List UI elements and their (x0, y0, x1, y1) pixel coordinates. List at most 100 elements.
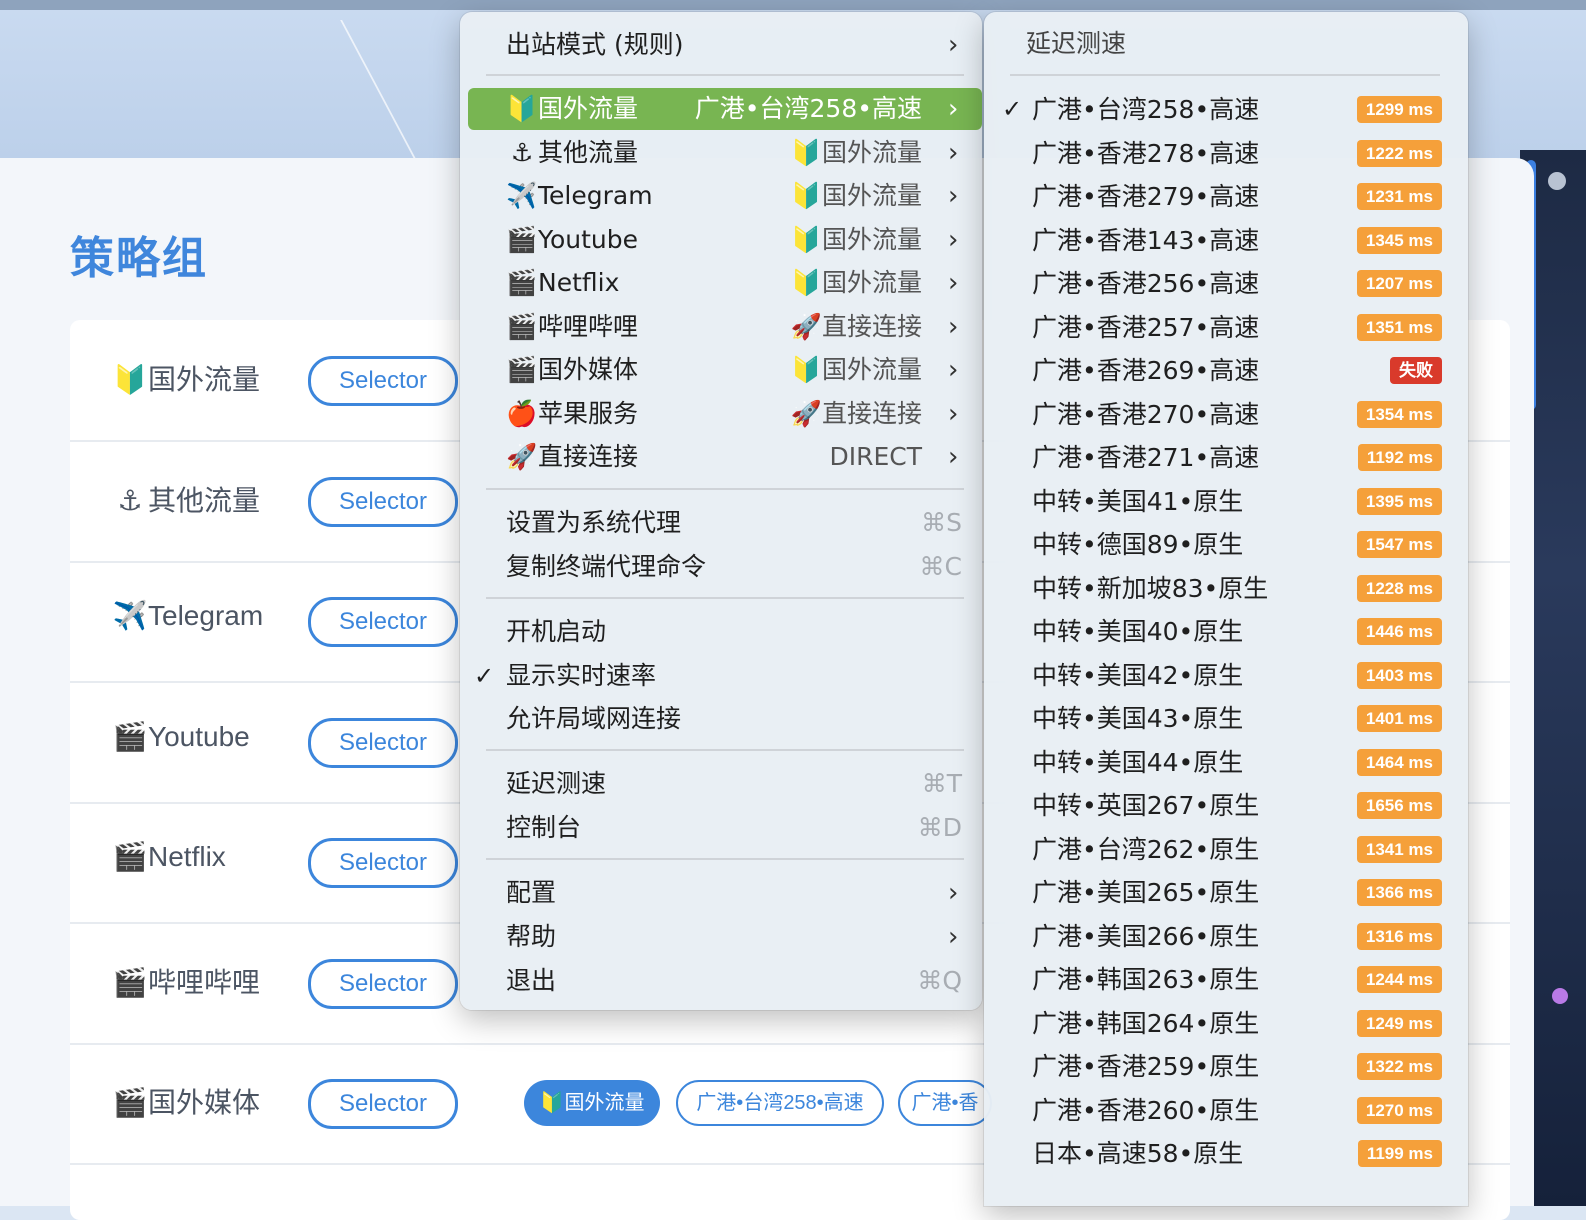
latency-badge: 1270 ms (1356, 1096, 1442, 1124)
node-name: 广港•美国265•原生 (1032, 878, 1260, 907)
proxy-group-menu-item[interactable]: ⚓ 其他流量 🔰国外流量 › (460, 132, 982, 174)
menu-item-set-system-proxy[interactable]: 设置为系统代理 ⌘S (460, 502, 982, 544)
selector-button[interactable]: Selector (308, 958, 458, 1009)
proxy-group-menu-item[interactable]: ✈️Telegram 🔰国外流量 › (460, 175, 982, 217)
menu-item-config[interactable]: 配置 › (460, 872, 982, 914)
selector-button[interactable]: Selector (308, 356, 458, 406)
chevron-right-icon: › (948, 878, 959, 908)
node-item[interactable]: 广港•台湾262•原生 1341 ms (984, 828, 1468, 871)
group-icon: ✈️ (112, 600, 148, 631)
shortcut-label: ⌘D (917, 813, 962, 842)
selector-button[interactable]: Selector (308, 717, 458, 768)
menu-item-latency-test[interactable]: 延迟测速 ⌘T (460, 763, 982, 805)
node-name: 中转•英国267•原生 (1032, 791, 1260, 820)
node-name: 广港•香港279•高速 (1032, 182, 1260, 211)
node-item[interactable]: 广港•韩国264•原生 1249 ms (984, 1002, 1468, 1045)
proxy-group-menu-item[interactable]: 🎬哔哩哔哩 🚀直接连接 › (460, 306, 982, 348)
node-name: 中转•美国42•原生 (1032, 660, 1244, 690)
menu-item-quit[interactable]: 退出 ⌘Q (460, 960, 982, 1002)
proxy-group-menu-item[interactable]: 🍎苹果服务 🚀直接连接 › (460, 393, 982, 435)
proxy-group-icon: 🎬 (506, 268, 538, 297)
node-item[interactable]: 中转•美国40•原生 1446 ms (984, 610, 1468, 653)
node-item[interactable]: 广港•韩国263•原生 1244 ms (984, 958, 1468, 1001)
node-item[interactable]: 广港•香港279•高速 1231 ms (984, 175, 1468, 218)
node-item[interactable]: 广港•美国266•原生 1316 ms (984, 915, 1468, 958)
latency-badge: 1403 ms (1356, 661, 1442, 689)
latency-badge: 1299 ms (1356, 96, 1442, 123)
menu-bar (0, 0, 1586, 10)
node-item[interactable]: 中转•美国44•原生 1464 ms (984, 741, 1468, 784)
menu-item-show-speed[interactable]: ✓ 显示实时速率 (460, 655, 982, 697)
node-item[interactable]: 广港•香港257•高速 1351 ms (984, 306, 1468, 349)
node-name: 广港•香港260•原生 (1032, 1095, 1260, 1125)
group-name: 🎬国外媒体 (112, 1087, 261, 1118)
chevron-right-icon: › (948, 442, 959, 472)
node-item[interactable]: 中转•美国41•原生 1395 ms (984, 480, 1468, 523)
node-item[interactable]: 中转•德国89•原生 1547 ms (984, 523, 1468, 566)
submenu-title[interactable]: 延迟测速 (1026, 24, 1126, 60)
selector-button[interactable]: Selector (308, 838, 458, 888)
menu-item-help[interactable]: 帮助 › (460, 916, 982, 958)
latency-badge: 1341 ms (1356, 835, 1442, 863)
latency-badge: 1547 ms (1356, 531, 1442, 558)
chevron-right-icon: › (948, 398, 959, 429)
chevron-right-icon: › (948, 137, 959, 168)
node-item[interactable]: 广港•香港278•高速 1222 ms (984, 132, 1468, 175)
menu-item-dashboard[interactable]: 控制台 ⌘D (460, 807, 982, 849)
proxy-group-icon: 🎬 (506, 311, 538, 341)
node-name: 广港•韩国263•原生 (1032, 965, 1260, 994)
node-item[interactable]: 日本•高速58•原生 1199 ms (984, 1132, 1468, 1175)
node-item[interactable]: 中转•美国43•原生 1401 ms (984, 697, 1468, 740)
node-name: 广港•香港271•高速 (1032, 443, 1260, 472)
group-chip-active[interactable]: 🔰国外流量 (524, 1080, 660, 1126)
chevron-right-icon: › (948, 181, 959, 211)
node-item[interactable]: 广港•香港143•高速 1345 ms (984, 219, 1468, 262)
node-name: 中转•美国41•原生 (1032, 486, 1244, 516)
node-name: 广港•香港143•高速 (1032, 225, 1260, 255)
proxy-group-current: 🚀直接连接 (790, 398, 922, 428)
proxy-group-menu-item[interactable]: 🎬国外媒体 🔰国外流量 › (460, 349, 982, 391)
group-chip-option[interactable]: 广港•台湾258•高速 (676, 1080, 884, 1126)
menu-item-launch-at-login[interactable]: 开机启动 (460, 611, 982, 653)
proxy-group-menu-item[interactable]: 🎬Netflix 🔰国外流量 › (460, 262, 982, 304)
node-name: 广港•香港270•高速 (1032, 399, 1260, 429)
selector-button[interactable]: Selector (308, 476, 458, 527)
node-item[interactable]: 中转•英国267•原生 1656 ms (984, 784, 1468, 827)
group-name: 🎬Netflix (112, 841, 226, 872)
latency-badge: 1395 ms (1356, 487, 1442, 515)
node-item[interactable]: 广港•香港269•高速 失败 (984, 349, 1468, 392)
latency-badge: 1401 ms (1356, 705, 1442, 732)
menu-item-allow-lan[interactable]: 允许局域网连接 (460, 698, 982, 740)
menu-item-outbound-mode[interactable]: 出站模式 (规则) › (460, 24, 982, 66)
proxy-group-current: 🔰国外流量 (790, 181, 922, 210)
node-name: 广港•香港257•高速 (1032, 312, 1260, 342)
node-item[interactable]: 广港•香港256•高速 1207 ms (984, 262, 1468, 305)
node-item[interactable]: 广港•香港259•原生 1322 ms (984, 1045, 1468, 1088)
menu-separator (1010, 74, 1440, 76)
latency-badge: 1345 ms (1356, 226, 1442, 254)
selector-button[interactable]: Selector (308, 597, 458, 647)
checkmark-icon: ✓ (1002, 95, 1023, 123)
latency-badge: 1351 ms (1356, 313, 1442, 341)
group-name: 🔰国外流量 (112, 364, 261, 395)
node-item[interactable]: 广港•香港271•高速 1192 ms (984, 436, 1468, 479)
node-item[interactable]: ✓ 广港•台湾258•高速 1299 ms (984, 88, 1468, 131)
node-item[interactable]: 中转•新加坡83•原生 1228 ms (984, 567, 1468, 610)
menu-item-copy-terminal-command[interactable]: 复制终端代理命令 ⌘C (460, 546, 982, 588)
group-chip-option[interactable]: 广港•香 (898, 1080, 992, 1126)
proxy-group-icon: 🔰 (506, 94, 538, 123)
window-control-dot (1548, 172, 1566, 190)
node-item[interactable]: 广港•美国265•原生 1366 ms (984, 871, 1468, 914)
proxy-group-menu-item[interactable]: 🚀直接连接 DIRECT › (460, 436, 982, 478)
node-name: 广港•美国266•原生 (1032, 921, 1260, 951)
node-item[interactable]: 广港•香港270•高速 1354 ms (984, 393, 1468, 436)
node-item[interactable]: 广港•香港260•原生 1270 ms (984, 1089, 1468, 1132)
proxy-group-menu-item[interactable]: 🔰国外流量 广港•台湾258•高速 › (468, 88, 982, 130)
proxy-group-menu-item[interactable]: 🎬Youtube 🔰国外流量 › (460, 219, 982, 261)
latency-badge: 1249 ms (1356, 1009, 1442, 1037)
latency-badge: 1192 ms (1357, 444, 1442, 471)
proxy-group-icon: ⚓ (510, 137, 534, 167)
node-item[interactable]: 中转•美国42•原生 1403 ms (984, 654, 1468, 697)
selector-button[interactable]: Selector (308, 1079, 458, 1129)
group-icon: ⚓ (117, 484, 143, 516)
